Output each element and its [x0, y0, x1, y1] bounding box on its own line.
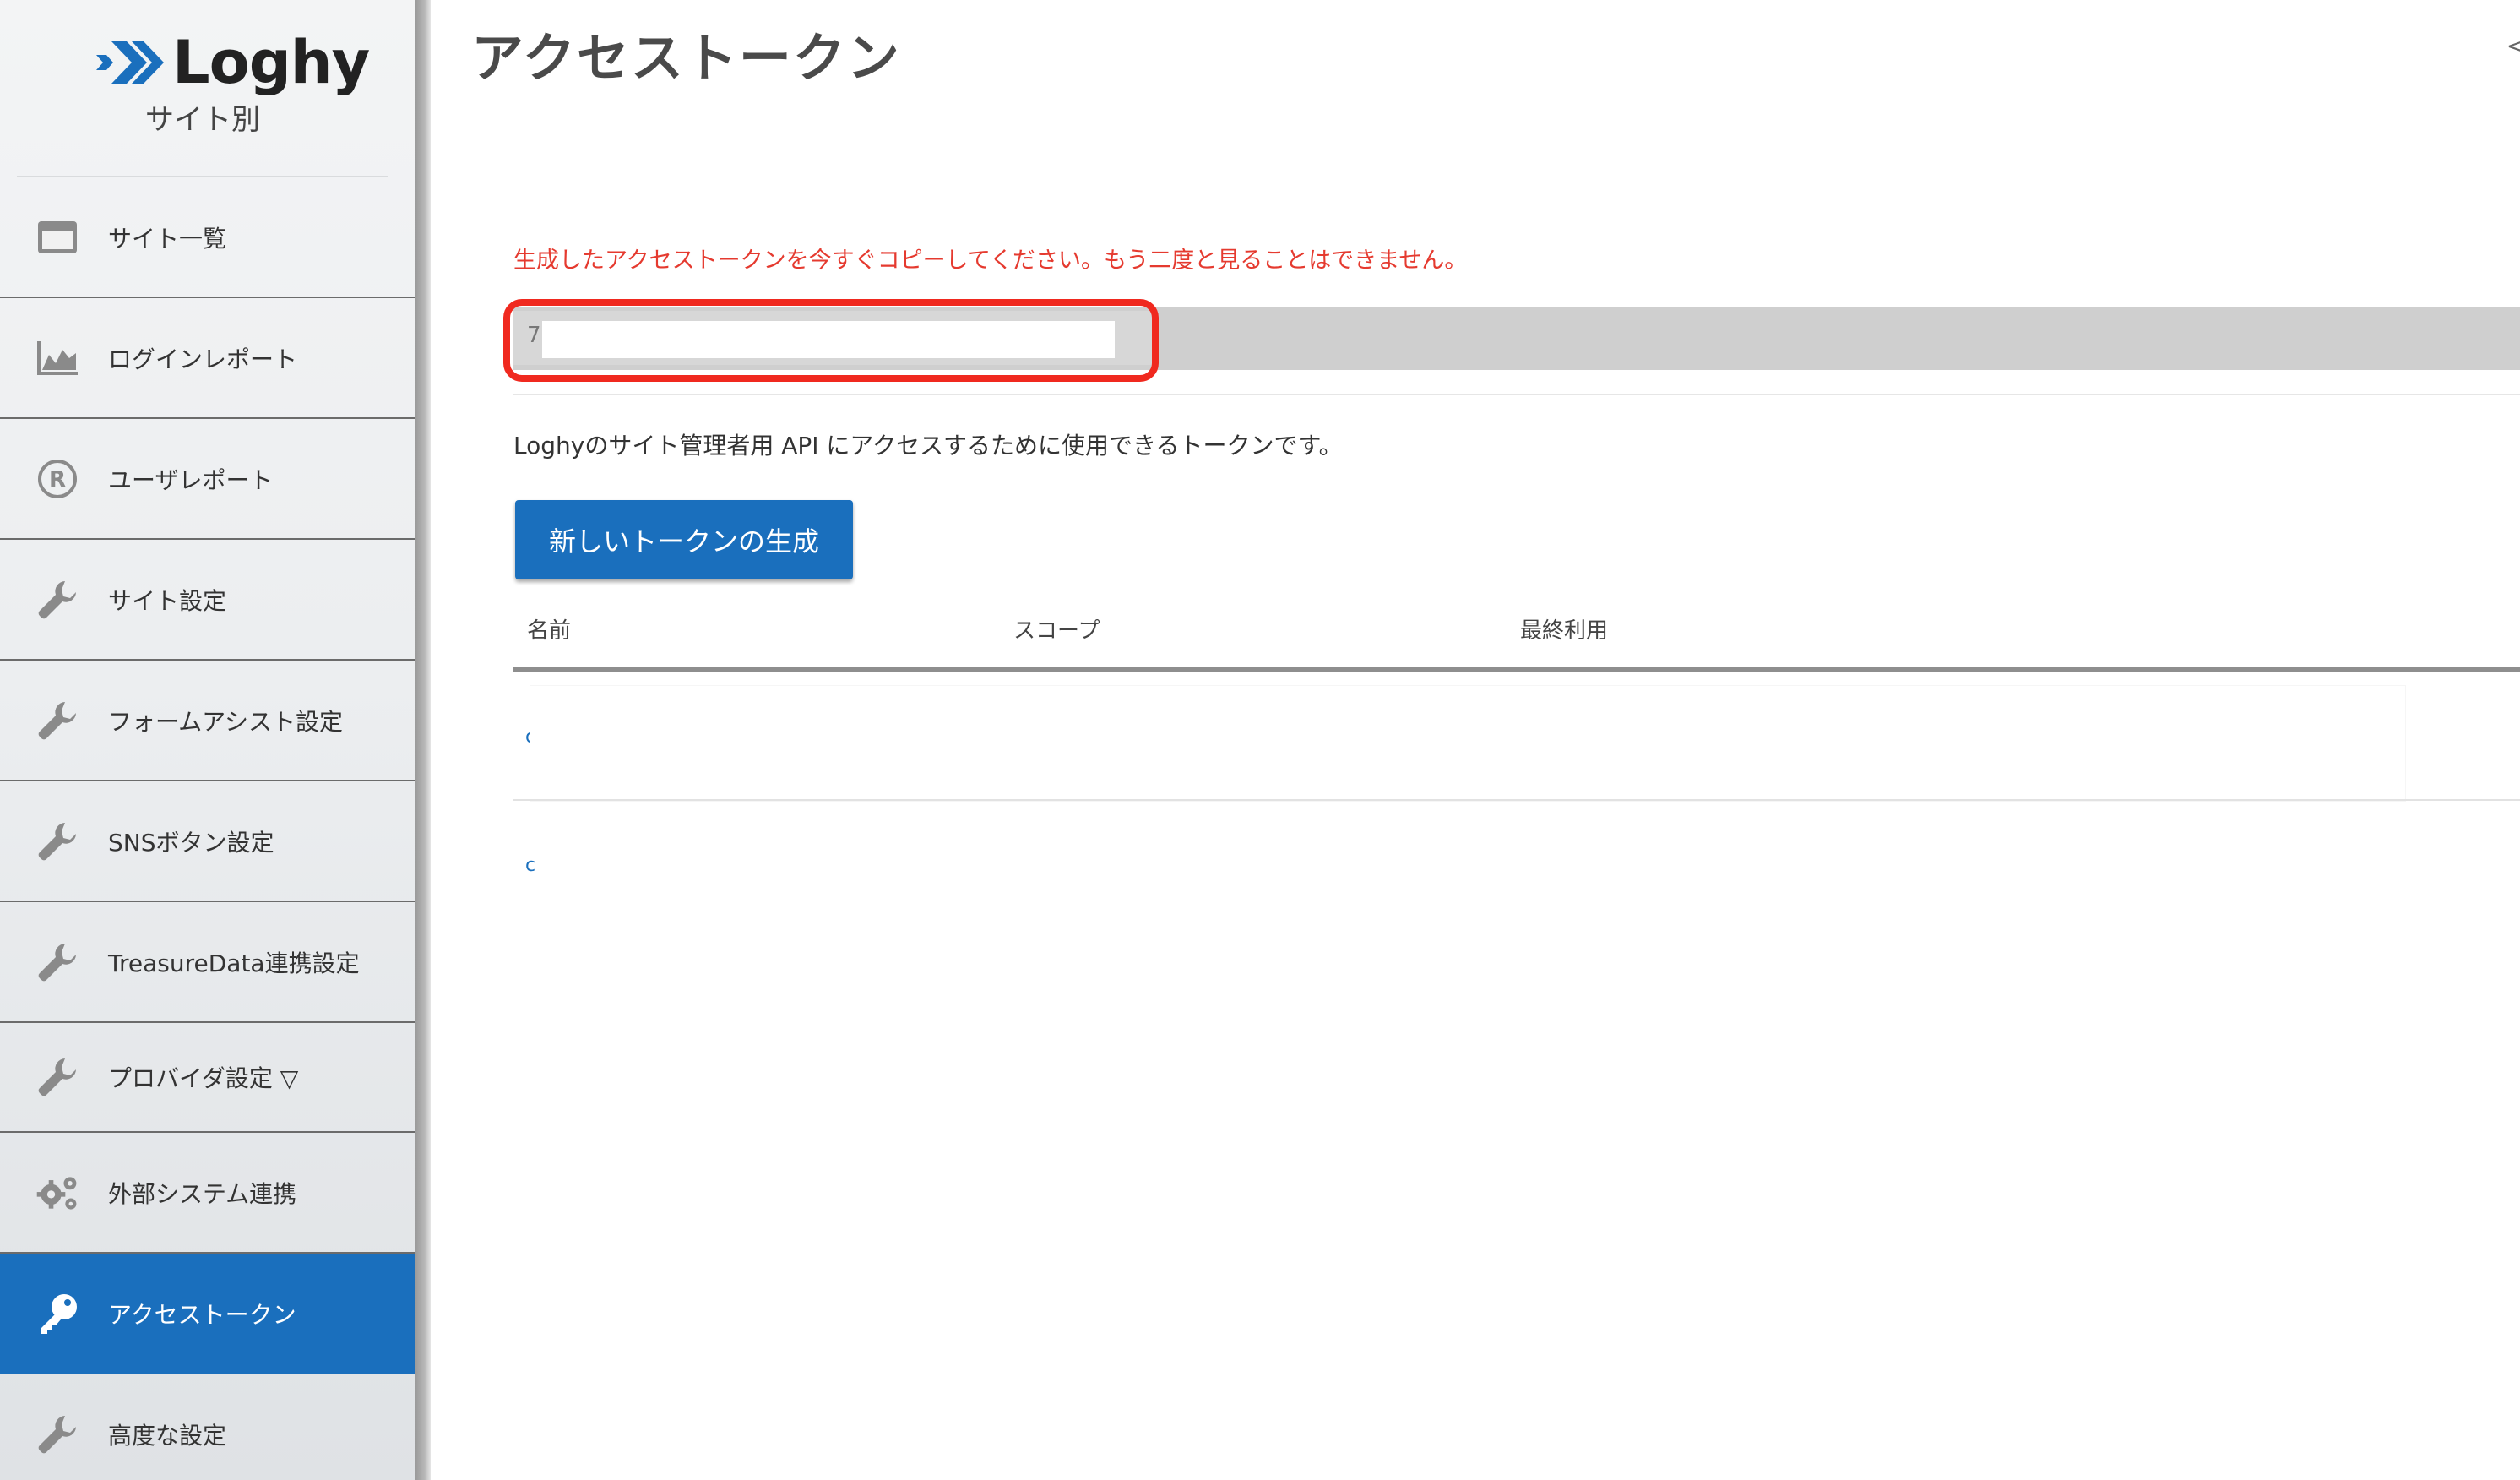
window-icon: [34, 214, 81, 261]
gears-icon: [34, 1169, 81, 1216]
sidebar-item-label: 高度な設定: [108, 1421, 227, 1450]
token-description: Loghyのサイト管理者用 API にアクセスするために使用できるトークンです。: [513, 432, 1343, 460]
svg-text:R: R: [49, 467, 66, 492]
table-row-divider: [513, 799, 2520, 801]
area-chart-icon: [34, 335, 81, 382]
sidebar-item-login-report[interactable]: ログインレポート: [0, 298, 415, 419]
wrench-icon: [34, 1053, 81, 1101]
sidebar-item-label: TreasureData連携設定: [108, 949, 360, 977]
sidebar-item-label: 外部システム連携: [108, 1179, 297, 1208]
wrench-icon: [34, 1411, 81, 1458]
sidebar-item-label: アクセストークン: [108, 1300, 296, 1329]
key-icon: [34, 1290, 81, 1337]
table-row-link[interactable]: c: [525, 855, 535, 876]
sidebar-item-label: ユーザレポート: [108, 465, 274, 494]
sidebar-item-label: フォームアシスト設定: [108, 707, 344, 736]
sidebar-item-access-token[interactable]: アクセストークン: [0, 1254, 415, 1374]
generate-token-button[interactable]: 新しいトークンの生成: [515, 500, 853, 579]
sidebar-item-form-assist-settings[interactable]: フォームアシスト設定: [0, 661, 415, 781]
sidebar-item-site-list[interactable]: サイト一覧: [0, 177, 415, 298]
sidebar-item-provider-settings[interactable]: プロバイダ設定 ▽: [0, 1023, 415, 1133]
sidebar: Loghy サイト別 サイト一覧 ログインレポート R ユーザレポート サイト設…: [0, 0, 415, 1480]
logo-text: Loghy: [172, 28, 370, 97]
wrench-icon: [34, 939, 81, 986]
copy-warning-message: 生成したアクセストークンを今すぐコピーしてください。もう二度と見ることはできませ…: [513, 248, 1468, 274]
sidebar-item-user-report[interactable]: R ユーザレポート: [0, 419, 415, 540]
wrench-icon: [34, 576, 81, 623]
token-divider: [513, 394, 2520, 395]
sidebar-item-label: ログインレポート: [108, 345, 298, 373]
sidebar-item-label: サイト設定: [108, 586, 227, 615]
table-header-rule: [513, 667, 2520, 672]
site-scope-label: サイト別: [145, 103, 260, 137]
sidebar-item-advanced-settings[interactable]: 高度な設定: [0, 1374, 415, 1480]
registered-icon: R: [34, 455, 81, 503]
sidebar-menu: サイト一覧 ログインレポート R ユーザレポート サイト設定 フォームアシスト設…: [0, 177, 415, 1480]
wrench-icon: [34, 697, 81, 744]
loghy-logo-icon: [96, 41, 164, 84]
sidebar-item-label: サイト一覧: [108, 224, 227, 253]
sidebar-item-site-settings[interactable]: サイト設定: [0, 540, 415, 661]
sidebar-item-external-systems[interactable]: 外部システム連携: [0, 1133, 415, 1254]
sidebar-item-treasuredata-settings[interactable]: TreasureData連携設定: [0, 902, 415, 1023]
table-row-redaction-mask: [530, 686, 2405, 801]
column-header-last-used[interactable]: 最終利用: [1520, 613, 1608, 645]
loghy-logo[interactable]: Loghy: [95, 28, 370, 97]
sidebar-item-label: プロバイダ設定 ▽: [108, 1064, 299, 1092]
corner-chevron-icon[interactable]: <: [2506, 34, 2520, 59]
page-title: アクセストークン: [471, 27, 901, 89]
column-header-name[interactable]: 名前: [527, 613, 571, 645]
sidebar-item-sns-button-settings[interactable]: SNSボタン設定: [0, 781, 415, 902]
token-highlight-annotation: [503, 299, 1159, 382]
sidebar-item-label: SNSボタン設定: [108, 828, 274, 857]
sidebar-scroll-edge[interactable]: [415, 0, 431, 1480]
column-header-scope[interactable]: スコープ: [1013, 613, 1100, 645]
wrench-icon: [34, 818, 81, 865]
